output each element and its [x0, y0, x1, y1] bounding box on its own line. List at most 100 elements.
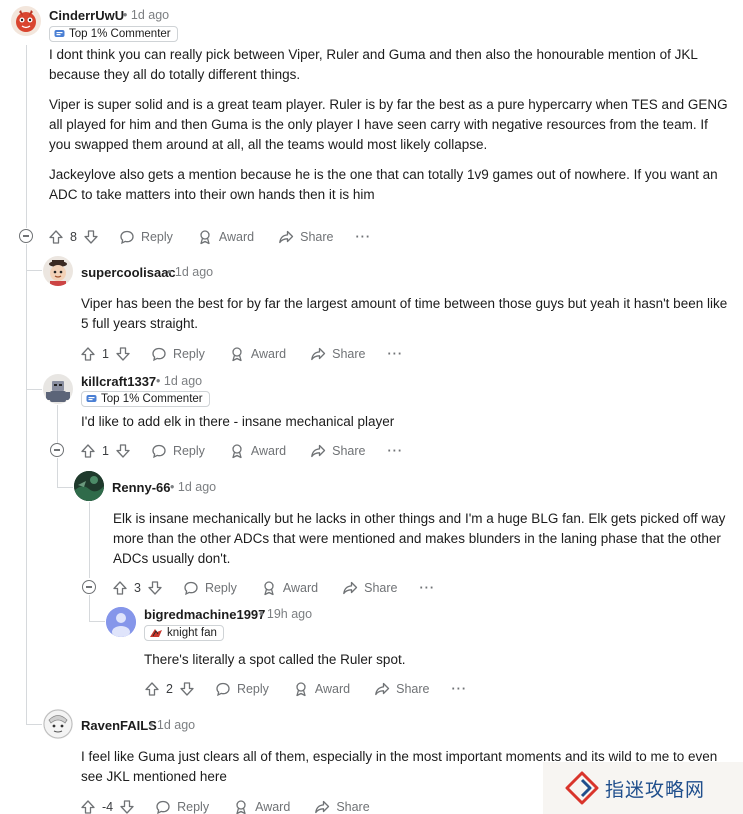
timestamp[interactable]: 1d ago	[157, 718, 195, 732]
upvote-icon[interactable]	[144, 681, 160, 697]
downvote-icon[interactable]	[119, 799, 135, 814]
share-button[interactable]: Share	[278, 229, 334, 245]
separator: •	[170, 480, 175, 494]
username[interactable]: CinderrUwU	[49, 8, 124, 23]
upvote-icon[interactable]	[80, 346, 96, 362]
downvote-icon[interactable]	[179, 681, 195, 697]
action-bar: 3 Reply Award Share ···	[112, 576, 435, 600]
more-icon[interactable]: ···	[452, 682, 468, 696]
separator: •	[156, 374, 161, 388]
award-button[interactable]: Award	[197, 229, 254, 245]
action-bar: 8 Reply Award Share ···	[48, 225, 371, 249]
more-icon[interactable]: ···	[420, 581, 436, 595]
share-label: Share	[364, 581, 398, 595]
award-label: Award	[218, 230, 255, 244]
reply-button[interactable]: Reply	[155, 799, 209, 814]
username[interactable]: supercoolisaac	[81, 265, 176, 280]
more-icon[interactable]: ···	[356, 230, 372, 244]
more-icon[interactable]: ···	[388, 444, 404, 458]
award-button[interactable]: Award	[229, 346, 286, 362]
share-button[interactable]: Share	[342, 580, 398, 596]
timestamp[interactable]: 1d ago	[178, 480, 216, 494]
award-button[interactable]: Award	[233, 799, 290, 814]
downvote-icon[interactable]	[147, 580, 163, 596]
user-flair: Top 1% Commenter	[81, 391, 210, 407]
award-button[interactable]: Award	[261, 580, 318, 596]
chat-badge-icon	[54, 29, 65, 39]
timestamp[interactable]: 1d ago	[164, 374, 202, 388]
chat-badge-icon	[86, 394, 97, 404]
avatar[interactable]	[43, 374, 73, 404]
action-bar: -4 Reply Award Share	[80, 795, 370, 814]
avatar[interactable]	[11, 6, 41, 36]
share-button[interactable]: Share	[310, 346, 366, 362]
upvote-icon[interactable]	[112, 580, 128, 596]
avatar[interactable]	[43, 709, 73, 739]
vote-group: 8	[48, 229, 99, 245]
more-label: ···	[387, 347, 403, 361]
upvote-icon[interactable]	[48, 229, 64, 245]
comment-paragraph: Viper has been the best for by far the l…	[81, 296, 728, 331]
vote-group: 3	[112, 580, 163, 596]
vote-count: 1	[102, 347, 109, 361]
award-label: Award	[250, 444, 287, 458]
timestamp[interactable]: 19h ago	[267, 607, 312, 621]
reply-label: Reply	[204, 581, 237, 595]
share-button[interactable]: Share	[310, 443, 366, 459]
collapse-icon[interactable]	[50, 443, 64, 457]
share-button[interactable]: Share	[374, 681, 430, 697]
separator: •	[259, 607, 264, 621]
comment-body: There's literally a spot called the Rule…	[144, 650, 724, 680]
thread-line-level1	[26, 244, 27, 724]
reply-button[interactable]: Reply	[151, 443, 205, 459]
share-label: Share	[336, 800, 370, 814]
knight-flair-icon	[149, 627, 163, 639]
share-button[interactable]: Share	[314, 799, 370, 814]
share-label: Share	[300, 230, 334, 244]
award-icon	[229, 346, 245, 362]
avatar[interactable]	[43, 256, 73, 286]
downvote-icon[interactable]	[115, 443, 131, 459]
downvote-icon[interactable]	[115, 346, 131, 362]
award-icon	[261, 580, 277, 596]
share-icon	[310, 346, 326, 362]
collapse-icon[interactable]	[82, 580, 96, 594]
share-label: Share	[396, 682, 430, 696]
watermark: 指迷攻略网	[543, 762, 743, 814]
award-button[interactable]: Award	[293, 681, 350, 697]
meta: • 1d ago	[149, 718, 195, 732]
thread-connector-bigred	[89, 621, 105, 622]
timestamp[interactable]: 1d ago	[175, 265, 213, 279]
flair-label: Top 1% Commenter	[69, 28, 171, 40]
more-icon[interactable]: ···	[388, 347, 404, 361]
reply-button[interactable]: Reply	[183, 580, 237, 596]
vote-group: -4	[80, 799, 135, 814]
reply-button[interactable]: Reply	[215, 681, 269, 697]
username[interactable]: Renny-66	[112, 480, 171, 495]
timestamp[interactable]: 1d ago	[131, 8, 169, 22]
share-icon	[342, 580, 358, 596]
thread-connector-supercoolisaac	[26, 270, 42, 271]
meta: • 1d ago	[123, 8, 169, 22]
username[interactable]: killcraft1337	[81, 374, 156, 389]
upvote-icon[interactable]	[80, 799, 96, 814]
award-button[interactable]: Award	[229, 443, 286, 459]
reply-button[interactable]: Reply	[151, 346, 205, 362]
more-label: ···	[419, 581, 435, 595]
avatar[interactable]	[74, 471, 104, 501]
separator: •	[123, 8, 128, 22]
reply-icon	[155, 799, 171, 814]
flair-label: knight fan	[167, 627, 217, 639]
user-flair: knight fan	[144, 625, 224, 641]
reply-icon	[119, 229, 135, 245]
avatar[interactable]	[106, 607, 136, 637]
collapse-icon[interactable]	[19, 229, 33, 243]
thread-line-renny	[89, 502, 90, 578]
comment-paragraph: There's literally a spot called the Rule…	[144, 652, 406, 667]
comment-paragraph: Viper is super solid and is a great team…	[49, 97, 728, 152]
username[interactable]: bigredmachine1997	[144, 607, 265, 622]
downvote-icon[interactable]	[83, 229, 99, 245]
username[interactable]: RavenFAILS	[81, 718, 157, 733]
reply-button[interactable]: Reply	[119, 229, 173, 245]
upvote-icon[interactable]	[80, 443, 96, 459]
